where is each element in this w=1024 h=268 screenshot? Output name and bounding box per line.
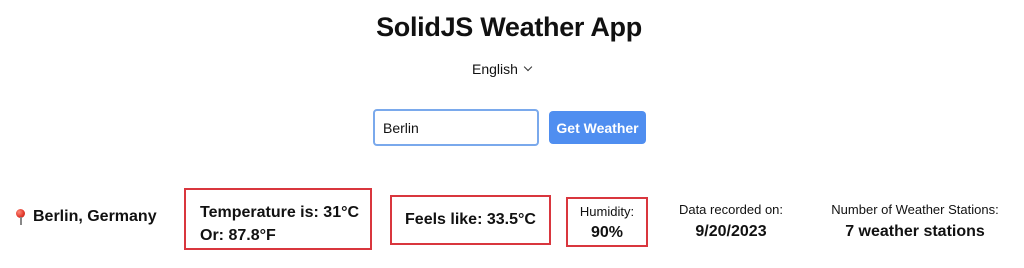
get-weather-button[interactable]: Get Weather [549, 111, 646, 144]
location-text: Berlin, Germany [33, 208, 157, 225]
temperature-box: Temperature is: 31°C Or: 87.8°F [184, 188, 372, 250]
language-select[interactable]: English [472, 59, 550, 79]
location-label: Berlin, Germany [15, 208, 157, 226]
humidity-label: Humidity: [579, 204, 635, 219]
temperature-fahrenheit: Or: 87.8°F [200, 227, 276, 244]
humidity-box: Humidity: 90% [566, 197, 648, 247]
weather-stations-stat: Number of Weather Stations: 7 weather st… [820, 202, 1010, 241]
map-pin-icon [15, 209, 27, 225]
page-title: SolidJS Weather App [376, 12, 642, 42]
city-search-input[interactable] [373, 109, 539, 146]
humidity-value: 90% [590, 224, 624, 241]
recorded-date-value: 9/20/2023 [695, 223, 767, 240]
feels-like-text: Feels like: 33.5°C [405, 211, 536, 228]
recorded-date-stat: Data recorded on: 9/20/2023 [665, 202, 797, 241]
language-select-value: English [472, 61, 518, 77]
weather-app-page: SolidJS Weather App English Get Weather … [0, 0, 1024, 268]
weather-stations-label: Number of Weather Stations: [831, 202, 999, 217]
temperature-celsius: Temperature is: 31°C [200, 204, 360, 221]
feels-like-box: Feels like: 33.5°C [390, 195, 551, 245]
weather-stations-value: 7 weather stations [845, 223, 985, 240]
chevron-down-icon [523, 62, 533, 72]
recorded-date-label: Data recorded on: [678, 202, 784, 217]
